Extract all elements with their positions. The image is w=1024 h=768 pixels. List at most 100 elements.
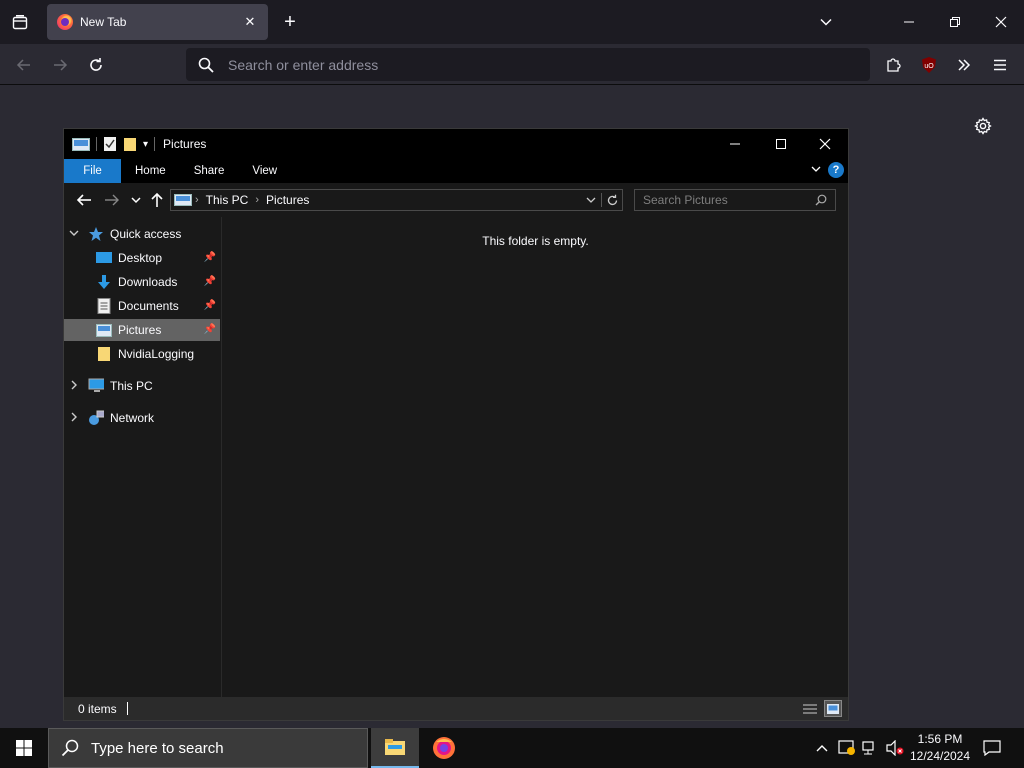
gear-icon <box>974 117 992 135</box>
details-view-button[interactable] <box>801 700 819 717</box>
nav-label-pictures: Pictures <box>118 323 162 337</box>
breadcrumb-separator-icon: › <box>255 194 260 206</box>
notifications-button[interactable] <box>978 728 1006 768</box>
taskbar-search-box[interactable]: Type here to search <box>48 728 368 768</box>
ublock-origin-button[interactable]: uO <box>914 50 944 80</box>
properties-icon[interactable] <box>103 136 117 152</box>
explorer-close-button[interactable] <box>802 129 848 159</box>
file-explorer-window[interactable]: ▾ Pictures File Home Share View ? › This… <box>63 128 849 721</box>
nav-desktop[interactable]: Desktop 📌 <box>64 247 220 269</box>
close-window-button[interactable] <box>978 0 1024 44</box>
nav-network[interactable]: Network <box>64 407 220 429</box>
explorer-minimize-button[interactable] <box>712 129 758 159</box>
recent-locations-button[interactable] <box>126 191 146 209</box>
new-tab-button[interactable]: + <box>276 8 304 36</box>
collapsed-chevron-icon[interactable] <box>68 380 80 393</box>
forward-button[interactable] <box>45 50 75 80</box>
new-tab-settings-button[interactable] <box>972 115 994 137</box>
expand-ribbon-icon[interactable] <box>810 163 822 178</box>
breadcrumb-separator-icon: › <box>195 194 199 206</box>
navigation-pane: Quick access Desktop 📌 Downloads 📌 Docum… <box>64 217 220 697</box>
breadcrumb-this-pc[interactable]: This PC <box>206 193 249 207</box>
restore-button[interactable] <box>932 0 978 44</box>
windows-taskbar: Type here to search 1:56 PM 12/24/2024 <box>0 728 1024 768</box>
firefox-favicon-icon <box>57 14 73 30</box>
explorer-maximize-button[interactable] <box>758 129 804 159</box>
taskbar-firefox[interactable] <box>420 728 468 768</box>
download-arrow-icon <box>96 274 112 290</box>
ribbon-tab-view[interactable]: View <box>238 159 291 183</box>
expanded-chevron-icon[interactable] <box>68 228 80 241</box>
tray-volume-icon[interactable] <box>884 728 906 768</box>
desktop-icon <box>96 250 112 266</box>
nav-label-quick-access: Quick access <box>110 227 182 241</box>
network-icon <box>88 410 104 426</box>
up-one-level-button[interactable] <box>147 191 167 209</box>
close-tab-icon[interactable]: ✕ <box>242 14 258 30</box>
chevron-down-icon <box>811 166 821 172</box>
refresh-icon[interactable] <box>606 194 619 207</box>
address-divider <box>601 193 602 207</box>
chevron-up-icon <box>816 745 828 752</box>
minimize-icon <box>904 21 914 23</box>
minimize-button[interactable] <box>886 0 932 44</box>
volume-muted-icon <box>886 740 904 756</box>
address-bar[interactable]: Search or enter address <box>186 48 870 81</box>
arrow-up-icon <box>151 192 163 207</box>
firefox-view-button[interactable] <box>6 8 34 36</box>
large-icons-view-button[interactable] <box>824 700 842 717</box>
nav-documents[interactable]: Documents 📌 <box>64 295 220 317</box>
app-menu-button[interactable] <box>985 50 1015 80</box>
list-all-tabs-button[interactable] <box>812 8 840 36</box>
address-history-chevron-icon[interactable] <box>585 194 597 206</box>
start-button[interactable] <box>0 728 48 768</box>
ribbon-tab-file[interactable]: File <box>64 159 121 183</box>
arrow-left-icon <box>76 194 91 206</box>
explorer-address-row: › This PC › Pictures Search Pictures <box>64 183 848 217</box>
chevron-down-icon <box>820 18 832 26</box>
new-folder-icon[interactable] <box>123 136 137 152</box>
arrow-left-icon <box>16 59 30 71</box>
address-bar-placeholder: Search or enter address <box>228 56 379 73</box>
breadcrumb-pictures[interactable]: Pictures <box>266 193 309 207</box>
pin-icon: 📌 <box>203 276 216 287</box>
close-icon <box>819 138 831 150</box>
reload-button[interactable] <box>81 50 111 80</box>
title-divider <box>96 137 97 151</box>
explorer-title-bar[interactable]: ▾ Pictures <box>64 129 848 159</box>
nav-pictures[interactable]: Pictures 📌 <box>64 319 220 341</box>
file-list-pane[interactable]: This folder is empty. <box>221 217 848 697</box>
notification-icon <box>983 740 1001 756</box>
explorer-address-bar[interactable]: › This PC › Pictures <box>170 189 623 211</box>
taskbar-clock[interactable]: 1:56 PM 12/24/2024 <box>904 730 976 766</box>
firefox-icon <box>433 737 455 759</box>
ribbon-tab-home[interactable]: Home <box>121 159 180 183</box>
explorer-back-button[interactable] <box>74 191 94 209</box>
nav-quick-access[interactable]: Quick access <box>64 223 220 245</box>
taskbar-file-explorer[interactable] <box>371 728 419 768</box>
computer-icon <box>88 378 104 394</box>
ribbon-tab-share[interactable]: Share <box>180 159 239 183</box>
back-button[interactable] <box>9 50 39 80</box>
nav-label-desktop: Desktop <box>118 251 163 265</box>
tray-security-icon[interactable] <box>836 728 858 768</box>
pictures-folder-icon <box>72 138 90 151</box>
nav-downloads[interactable]: Downloads 📌 <box>64 271 220 293</box>
help-icon[interactable]: ? <box>828 162 844 178</box>
nav-nvidia-logging[interactable]: NvidiaLogging <box>64 343 220 365</box>
more-tools-button[interactable] <box>949 50 979 80</box>
chevron-down-icon <box>131 197 141 204</box>
collapsed-chevron-icon[interactable] <box>68 412 80 425</box>
show-hidden-icons-button[interactable] <box>812 728 832 768</box>
customize-toolbar-icon[interactable]: ▾ <box>143 139 148 150</box>
nav-this-pc[interactable]: This PC <box>64 375 220 397</box>
firefox-view-icon <box>12 15 28 30</box>
explorer-forward-button[interactable] <box>102 191 122 209</box>
explorer-search-box[interactable]: Search Pictures <box>634 189 836 211</box>
tab-new-tab[interactable]: New Tab ✕ <box>47 4 268 40</box>
reload-icon <box>90 58 102 71</box>
tray-network-icon[interactable] <box>860 728 882 768</box>
explorer-status-bar: 0 items <box>64 697 848 720</box>
search-icon <box>815 194 827 206</box>
extensions-button[interactable] <box>878 50 908 80</box>
